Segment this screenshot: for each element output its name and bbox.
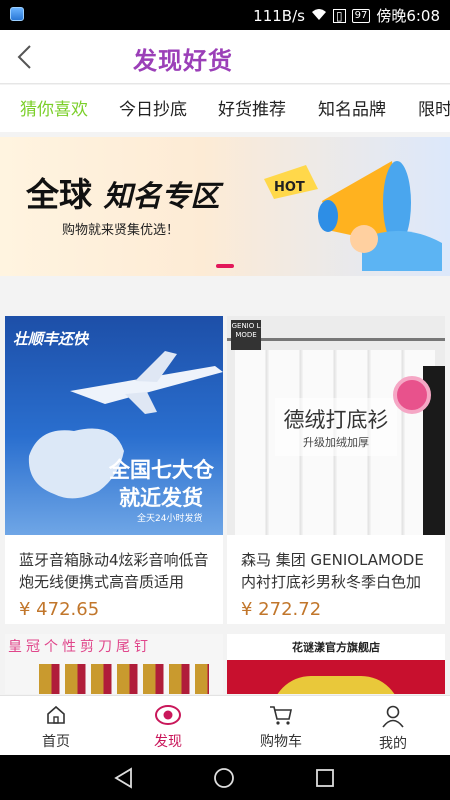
umbrella-shape xyxy=(271,676,401,694)
user-icon xyxy=(382,705,404,728)
system-nav-bar xyxy=(0,755,450,800)
nav-cart-label: 购物车 xyxy=(260,734,302,750)
crown-pins xyxy=(39,664,209,694)
tab-today-bargain[interactable]: 今日抄底 xyxy=(119,95,187,120)
image-small-text: 全天24小时发货 xyxy=(137,514,203,524)
nav-profile[interactable]: 我的 xyxy=(337,696,449,756)
status-right: 111B/s ▯ 97 傍晚6:08 xyxy=(253,5,440,26)
page-title: 发现好货 xyxy=(133,47,233,75)
megaphone-icon: HOT xyxy=(264,161,442,271)
wifi-icon xyxy=(311,7,327,25)
record-icon xyxy=(393,376,431,414)
brand-tag: GENIO L MODE xyxy=(231,320,261,350)
tab-limited-time[interactable]: 限时 xyxy=(418,95,450,120)
product-card[interactable]: 皇冠个性剪刀尾钉 xyxy=(5,634,223,694)
nav-home-label: 首页 xyxy=(42,734,70,750)
product-image: GENIO L MODE 德绒打底衫 升级加绒加厚 xyxy=(227,316,445,535)
banner-headline-b: 知名专区 xyxy=(103,179,220,213)
product-name: 蓝牙音箱脉动4炫彩音响低音炮无线便携式高音质适用 xyxy=(19,551,209,591)
app-notification-icon xyxy=(10,7,24,21)
eye-icon xyxy=(155,705,181,725)
hot-badge: HOT xyxy=(274,180,305,195)
banner-headline: 全球 知名专区 xyxy=(26,168,220,216)
tab-guess-you-like[interactable]: 猜你喜欢 xyxy=(20,95,88,120)
image-text-main: 皇冠个性剪刀尾钉 xyxy=(8,639,152,655)
promo-banner[interactable]: 全球 知名专区 购物就来贤集优选！ HOT xyxy=(0,137,450,276)
chevron-left-icon xyxy=(17,45,31,69)
banner-subline: 购物就来贤集优选！ xyxy=(62,223,180,238)
nav-discover[interactable]: 发现 xyxy=(112,696,224,756)
clock: 傍晚6:08 xyxy=(376,7,440,25)
recents-square-icon[interactable] xyxy=(314,767,336,789)
image-caption-box: 德绒打底衫 升级加绒加厚 xyxy=(275,398,397,456)
cart-icon xyxy=(270,706,292,725)
banner-pager-dot xyxy=(216,264,234,268)
product-price: ¥ 472.65 xyxy=(19,599,100,620)
product-card[interactable]: 壮顺丰还快 全国七大仓 就近发货 全天24小时发货 蓝牙音箱脉动4炫彩音响低音炮… xyxy=(5,316,223,624)
sim-icon: ▯ xyxy=(332,8,346,23)
product-card[interactable]: 花谜漾官方旗舰店 xyxy=(227,634,445,694)
banner-headline-a: 全球 xyxy=(26,175,92,214)
nav-profile-label: 我的 xyxy=(379,736,407,752)
category-tabs: 猜你喜欢 今日抄底 好货推荐 知名品牌 限时 xyxy=(0,85,450,132)
product-price: ¥ 272.72 xyxy=(241,599,322,620)
nav-discover-label: 发现 xyxy=(154,734,182,750)
product-card[interactable]: GENIO L MODE 德绒打底衫 升级加绒加厚 森马 集团 GENIOLAM… xyxy=(227,316,445,624)
product-image: 皇冠个性剪刀尾钉 xyxy=(5,634,223,694)
image-text-main: 德绒打底衫 xyxy=(283,408,389,432)
image-text-main: 全国七大仓 xyxy=(109,458,214,482)
tab-brands[interactable]: 知名品牌 xyxy=(318,95,386,120)
image-text-main: 花谜漾官方旗舰店 xyxy=(227,634,445,660)
home-icon xyxy=(47,705,65,724)
product-image: 花谜漾官方旗舰店 xyxy=(227,634,445,694)
nav-home[interactable]: 首页 xyxy=(0,696,112,756)
status-bar: 111B/s ▯ 97 傍晚6:08 xyxy=(0,0,450,30)
battery-icon: 97 xyxy=(351,8,371,23)
airplane-icon xyxy=(70,351,223,414)
back-button[interactable] xyxy=(14,43,38,71)
home-circle-icon[interactable] xyxy=(213,767,235,789)
product-image: 壮顺丰还快 全国七大仓 就近发货 全天24小时发货 xyxy=(5,316,223,535)
product-name: 森马 集团 GENIOLAMODE内衬打底衫男秋冬季白色加 xyxy=(241,551,424,591)
tab-recommended[interactable]: 好货推荐 xyxy=(218,95,286,120)
app-header: 发现好货 xyxy=(0,30,450,84)
image-text-sub: 就近发货 xyxy=(119,486,203,510)
image-text-sub: 升级加绒加厚 xyxy=(303,436,369,449)
nav-cart[interactable]: 购物车 xyxy=(225,696,337,756)
net-speed: 111B/s xyxy=(253,6,305,25)
bottom-nav: 首页 发现 购物车 我的 xyxy=(0,695,450,755)
back-triangle-icon[interactable] xyxy=(113,767,135,789)
